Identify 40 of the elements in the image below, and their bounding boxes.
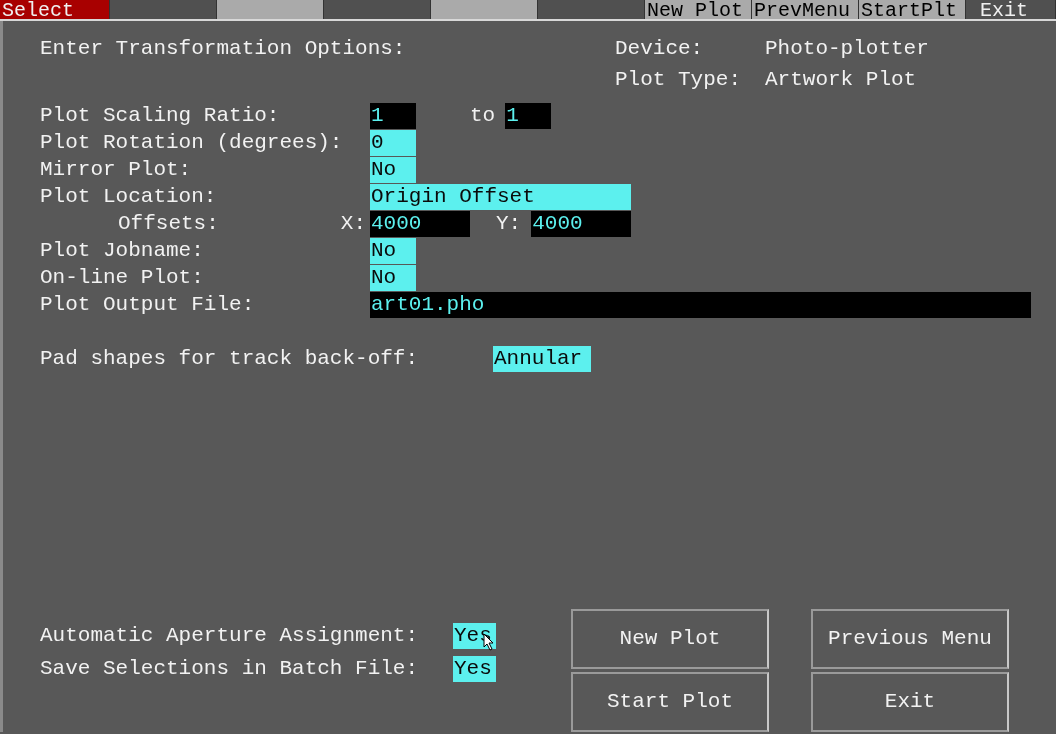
input-field[interactable]: 1 <box>505 102 552 129</box>
function-key[interactable]: New Plot <box>645 0 752 19</box>
function-key[interactable]: Exit <box>966 0 1056 19</box>
field-label: Offsets: <box>118 211 219 237</box>
field-label: Mirror Plot: <box>40 157 192 183</box>
info-label: Plot Type: <box>615 67 743 93</box>
menu-button[interactable]: Exit <box>811 672 1009 732</box>
info-value: Photo-plotter <box>765 36 929 62</box>
menu-button[interactable]: New Plot <box>571 609 769 669</box>
axis-label: X: <box>340 211 366 237</box>
input-field[interactable]: art01.pho <box>370 291 1031 318</box>
field-label: Plot Scaling Ratio: <box>40 103 280 129</box>
option-field[interactable]: No <box>370 237 416 264</box>
function-key[interactable]: StartPlt <box>859 0 966 19</box>
field-label: Plot Jobname: <box>40 238 204 264</box>
input-field[interactable]: 4000 <box>531 210 632 237</box>
option-field[interactable]: Annular <box>493 345 591 372</box>
field-label: Y: <box>496 211 522 237</box>
info-value: Artwork Plot <box>765 67 917 93</box>
menu-button[interactable]: Start Plot <box>571 672 769 732</box>
info-label: Device: <box>615 36 705 62</box>
menu-button[interactable]: Previous Menu <box>811 609 1009 669</box>
option-field[interactable]: Origin Offset <box>370 183 631 210</box>
form-heading: Enter Transformation Options: <box>40 37 406 60</box>
input-field[interactable]: 4000 <box>370 210 470 237</box>
input-field[interactable]: 1 <box>370 102 416 129</box>
function-key[interactable]: PrevMenu <box>752 0 859 19</box>
field-label: Pad shapes for track back-off: <box>40 345 420 372</box>
field-label: On-line Plot: <box>40 265 204 291</box>
field-label: Save Selections in Batch File: <box>40 656 420 682</box>
option-field[interactable]: 0 <box>370 129 416 156</box>
field-label: Plot Rotation (degrees): <box>40 130 343 156</box>
field-label: Plot Location: <box>40 184 217 210</box>
field-label: to <box>470 103 496 129</box>
menu-title: Select <box>0 0 110 19</box>
option-field[interactable]: No <box>370 264 416 291</box>
option-field[interactable]: Yes <box>453 655 496 682</box>
field-label: Plot Output File: <box>40 292 255 318</box>
option-field[interactable]: No <box>370 156 416 183</box>
field-label: Automatic Aperture Assignment: <box>40 623 420 649</box>
